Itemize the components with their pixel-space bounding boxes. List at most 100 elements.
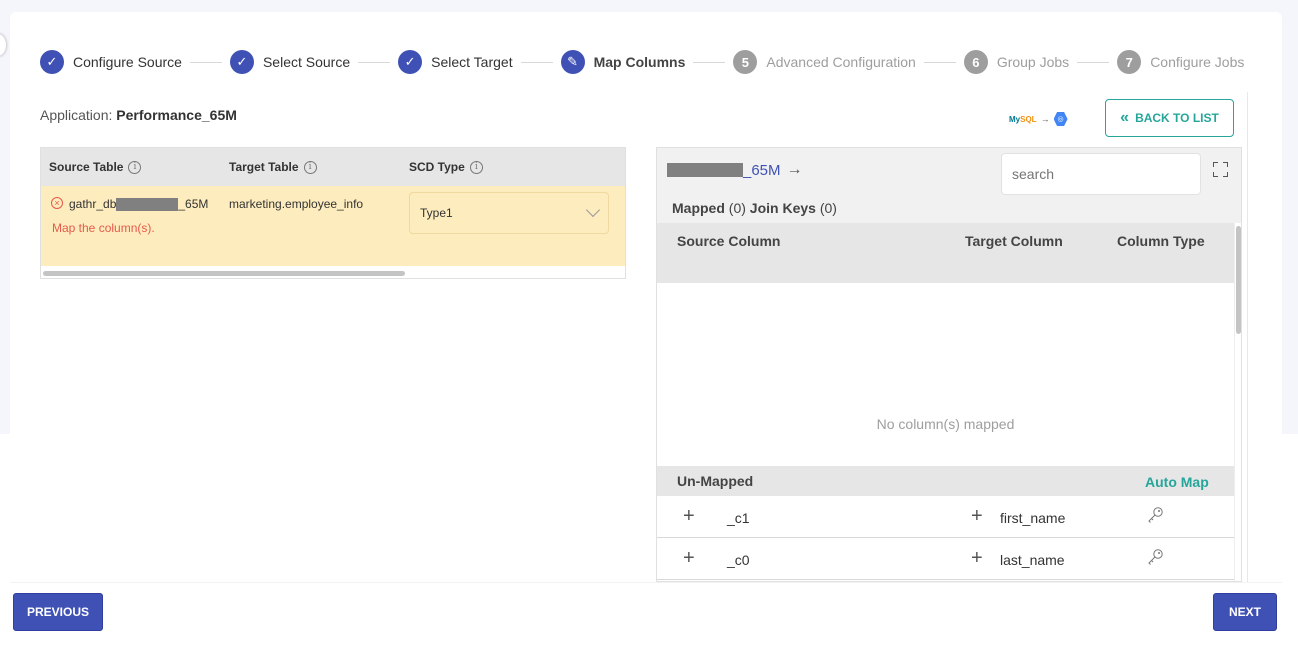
step-configure-jobs[interactable]: 7 Configure Jobs <box>1117 50 1244 74</box>
step-label: Select Source <box>262 54 351 70</box>
unmapped-label: Un-Mapped <box>677 473 754 489</box>
source-prefix: gathr_db <box>69 197 117 211</box>
info-icon[interactable]: i <box>303 160 317 174</box>
header-target-column: Target Column <box>965 233 1063 249</box>
header-label: SCD Type <box>409 160 465 174</box>
application-label-prefix: Application: <box>40 107 113 123</box>
horizontal-scrollbar[interactable] <box>43 271 405 276</box>
chevron-down-icon <box>585 202 601 218</box>
target-column-name: last_name <box>1000 552 1065 568</box>
wizard-stepper: ✓ Configure Source ✓ Select Source ✓ Sel… <box>40 39 1244 85</box>
search-input[interactable] <box>1001 153 1201 195</box>
step-connector <box>189 61 222 63</box>
join-keys-count: (0) <box>819 200 837 216</box>
step-label: Configure Source <box>73 54 182 70</box>
header-label: Target Table <box>229 160 299 174</box>
step-connector <box>1077 61 1110 63</box>
step-map-columns[interactable]: ✎ Map Columns <box>560 50 686 74</box>
redacted-text <box>667 163 743 177</box>
next-button[interactable]: NEXT <box>1213 593 1277 631</box>
step-configure-source[interactable]: ✓ Configure Source <box>40 50 182 74</box>
step-label: Configure Jobs <box>1150 54 1245 70</box>
arrow-right-icon: → <box>1040 114 1050 124</box>
key-icon[interactable] <box>1147 506 1165 524</box>
step-label: Map Columns <box>593 54 686 70</box>
application-name: Performance_65M <box>116 107 237 123</box>
mapping-counts: Mapped (0) Join Keys (0) <box>672 200 837 216</box>
unmapped-header: Un-Mapped Auto Map <box>657 466 1234 496</box>
source-column-name: _c0 <box>727 552 750 568</box>
info-icon[interactable]: i <box>469 160 483 174</box>
step-label: Advanced Configuration <box>766 54 916 70</box>
empty-state-message: No column(s) mapped <box>876 416 1015 432</box>
header-column-type: Column Type <box>1117 233 1205 249</box>
header-label: Source Table <box>49 160 124 174</box>
header-scd-type: SCD Type i <box>409 160 483 174</box>
step-select-target[interactable]: ✓ Select Target <box>398 50 513 74</box>
column-mapping-panel: _65M → Mapped (0) Join Keys (0) Source C… <box>656 147 1242 582</box>
table-mapping-list: Source Table i Target Table i SCD Type i… <box>40 147 626 279</box>
source-suffix: _65M <box>178 197 209 211</box>
redacted-text <box>116 198 179 212</box>
add-target-column-icon[interactable]: + <box>971 506 983 526</box>
step-number: 7 <box>1117 50 1142 74</box>
mapped-table-header: Source Column Target Column Column Type <box>657 223 1234 283</box>
previous-button[interactable]: PREVIOUS <box>13 593 103 631</box>
step-connector <box>520 61 553 63</box>
step-connector <box>923 61 956 63</box>
scd-type-select[interactable]: Type1 <box>409 192 609 234</box>
add-source-column-icon[interactable]: + <box>683 506 695 526</box>
step-select-source[interactable]: ✓ Select Source <box>229 50 351 74</box>
panel-header: _65M → Mapped (0) Join Keys (0) <box>657 148 1241 223</box>
target-table-name: marketing.employee_info <box>229 197 364 211</box>
step-label: Select Target <box>431 54 513 70</box>
header-source-column: Source Column <box>677 233 781 249</box>
panel-title-suffix: _65M <box>743 161 781 179</box>
add-source-column-icon[interactable]: + <box>683 548 695 568</box>
double-chevron-left-icon: « <box>1120 109 1130 126</box>
step-advanced-configuration[interactable]: 5 Advanced Configuration <box>733 50 916 74</box>
source-column-name: _c1 <box>727 510 750 526</box>
table-header: Source Table i Target Table i SCD Type i <box>41 148 625 186</box>
arrow-right-icon: → <box>786 161 803 178</box>
application-label: Application: Performance_65M <box>40 107 237 123</box>
source-table-name: gathr_db _65M <box>69 197 209 212</box>
fullscreen-icon[interactable] <box>1213 162 1228 177</box>
step-number: 5 <box>733 50 758 74</box>
info-icon[interactable]: i <box>128 160 142 174</box>
unmapped-row: + _c1 + first_name <box>657 496 1234 538</box>
connector-logos: MySQL → ◎ <box>1009 112 1068 126</box>
step-number: 6 <box>963 50 988 74</box>
table-row[interactable]: × gathr_db _65M Map the column(s). market… <box>41 186 625 266</box>
header-target-table: Target Table i <box>229 160 317 174</box>
step-connector <box>693 61 726 63</box>
bigquery-logo-icon: ◎ <box>1053 112 1068 126</box>
divider <box>1247 92 1248 582</box>
auto-map-button[interactable]: Auto Map <box>1145 474 1209 490</box>
step-group-jobs[interactable]: 6 Group Jobs <box>963 50 1070 74</box>
target-column-name: first_name <box>1000 510 1066 526</box>
mapped-label: Mapped <box>672 200 725 216</box>
back-to-list-label: BACK TO LIST <box>1135 111 1219 125</box>
scd-type-value: Type1 <box>420 206 453 220</box>
mysql-logo-icon: MySQL <box>1009 114 1037 124</box>
error-message: Map the column(s). <box>52 221 155 235</box>
pencil-icon: ✎ <box>560 50 585 74</box>
header-source-table: Source Table i <box>49 160 142 174</box>
key-icon[interactable] <box>1147 548 1165 566</box>
mapped-count: (0) <box>728 200 746 216</box>
add-target-column-icon[interactable]: + <box>971 548 983 568</box>
scrollbar-thumb[interactable] <box>1236 226 1241 334</box>
check-icon: ✓ <box>398 50 423 74</box>
step-connector <box>358 61 391 63</box>
unmapped-row: + _c0 + last_name <box>657 538 1234 580</box>
footer-divider <box>10 582 1282 583</box>
check-icon: ✓ <box>40 50 64 74</box>
check-icon: ✓ <box>229 50 254 74</box>
join-keys-label: Join Keys <box>749 200 816 216</box>
vertical-scrollbar[interactable] <box>1234 223 1241 581</box>
error-circle-icon: × <box>51 197 63 209</box>
back-to-list-button[interactable]: « BACK TO LIST <box>1105 99 1234 137</box>
step-label: Group Jobs <box>996 54 1070 70</box>
panel-title: _65M → <box>667 161 803 179</box>
